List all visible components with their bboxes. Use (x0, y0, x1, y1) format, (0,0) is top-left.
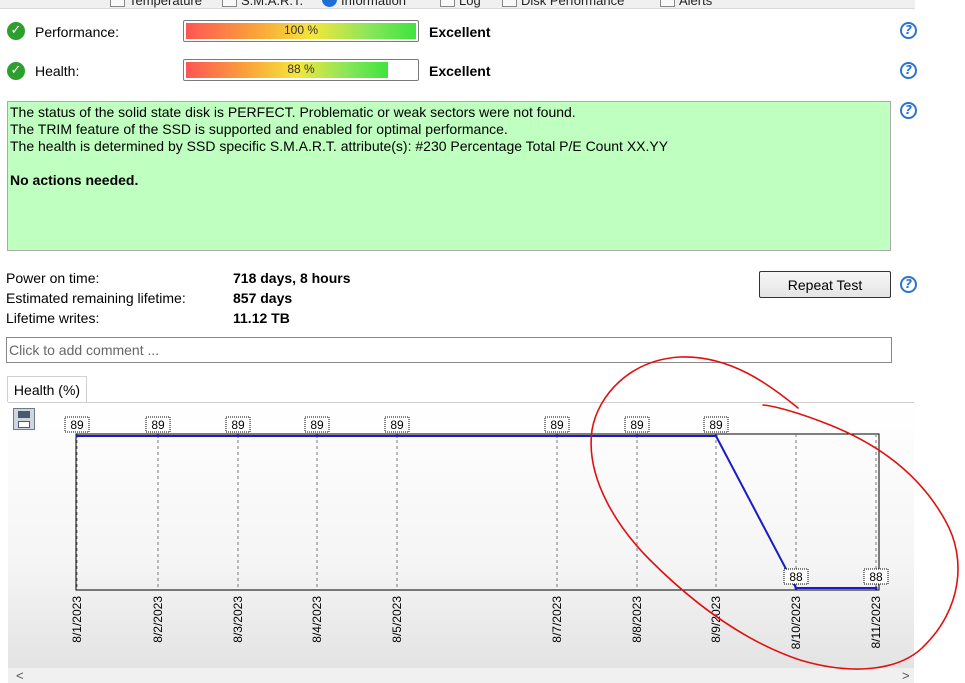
annotation-overlay (590, 356, 959, 670)
annotation-circle (590, 356, 959, 670)
